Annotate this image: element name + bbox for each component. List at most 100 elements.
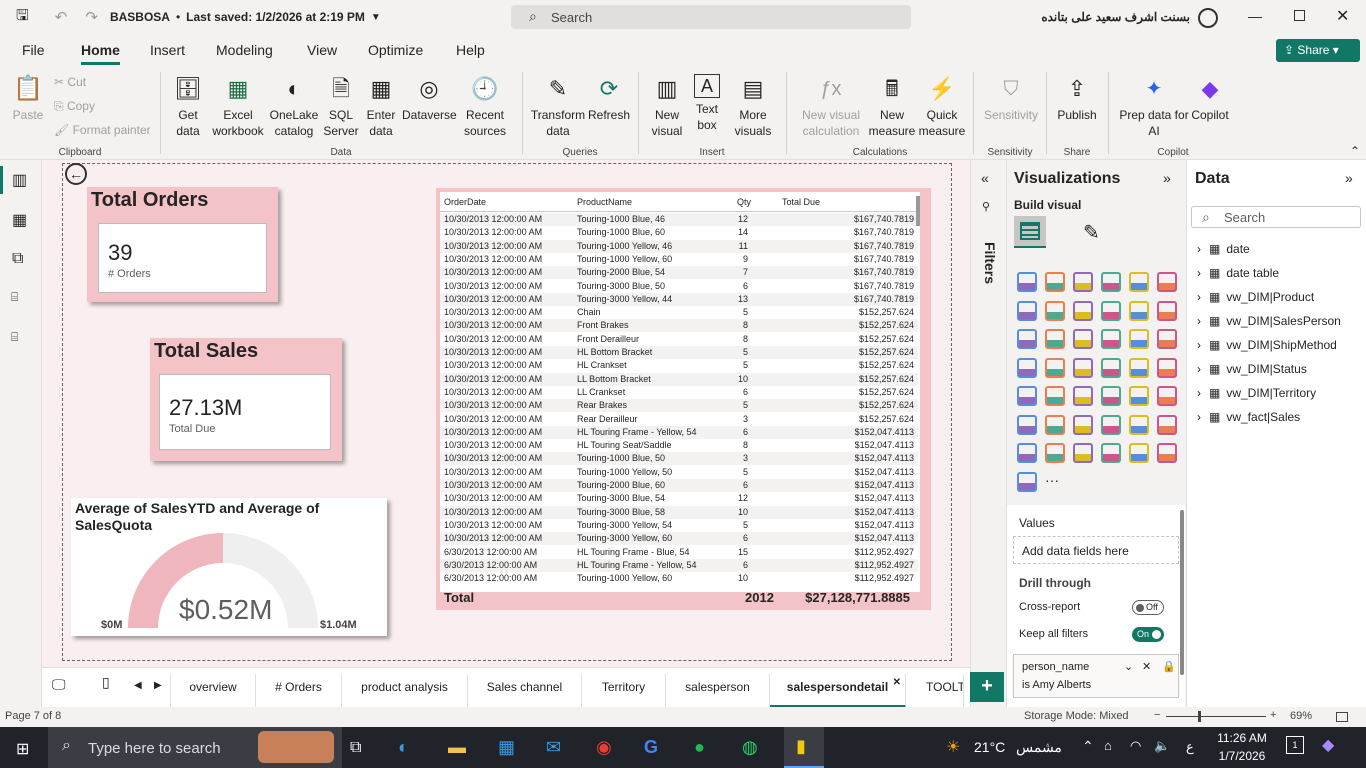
redo-icon[interactable]: ↷ (85, 8, 98, 26)
slicer-icon[interactable] (1045, 386, 1065, 406)
format-painter-button[interactable]: 🖌 Format painter (54, 122, 151, 138)
data-field-item[interactable]: › ▦ date (1197, 242, 1250, 256)
table-view-icon[interactable]: ▦ (12, 210, 27, 230)
expand-right-icon[interactable]: » (1163, 170, 1171, 186)
tab-orders[interactable]: # Orders (256, 674, 342, 708)
orders-table[interactable]: OrderDate ProductName Qty Total Due 10/3… (436, 188, 931, 610)
tmdl-view-icon[interactable]: ⌸ (11, 330, 18, 345)
data-field-item[interactable]: › ▦ date table (1197, 266, 1279, 280)
100-bar-icon[interactable] (1129, 272, 1149, 292)
menu-modeling[interactable]: Modeling (216, 42, 273, 58)
image-icon[interactable] (1101, 443, 1121, 463)
matrix-icon[interactable] (1101, 386, 1121, 406)
menu-insert[interactable]: Insert (150, 42, 185, 58)
menu-home[interactable]: Home (81, 42, 120, 65)
col-qty[interactable]: Qty (737, 196, 751, 209)
menu-file[interactable]: File (22, 42, 45, 58)
back-arrow-icon[interactable]: ← (65, 163, 87, 185)
table-icon[interactable] (1073, 386, 1093, 406)
cut-button[interactable]: ✂ Cut (54, 74, 86, 90)
drill-filter-card[interactable]: person_name is Amy Alberts ⌄ ✕ 🔒 (1013, 654, 1179, 698)
table-row[interactable]: 10/30/2013 12:00:00 AM Touring-3000 Yello… (440, 292, 918, 306)
data-search-input[interactable]: ⌕ Search (1191, 206, 1361, 228)
chevron-right-icon[interactable]: › (1197, 338, 1201, 352)
collapse-ribbon-icon[interactable]: ⌃ (1350, 144, 1360, 158)
menu-help[interactable]: Help (456, 42, 485, 58)
desktop-layout-icon[interactable]: 🖵 (52, 676, 66, 693)
map-icon[interactable] (1045, 357, 1065, 378)
recent-sources-button[interactable]: 🕘 Recent sources (458, 74, 512, 139)
maximize-icon[interactable] (1294, 10, 1305, 21)
report-view-icon[interactable]: ▥ (12, 170, 27, 190)
table-row[interactable]: 10/30/2013 12:00:00 AM HL Crankset 5 $152,2… (440, 359, 918, 372)
dataverse-button[interactable]: ◎ Dataverse (402, 74, 457, 123)
tab-sales-channel[interactable]: Sales channel (468, 674, 582, 708)
table-row[interactable]: 10/30/2013 12:00:00 AM Touring-3000 Yello… (440, 519, 918, 532)
file-explorer-icon[interactable]: ▬ (448, 737, 466, 758)
kpi-icon[interactable] (1017, 386, 1037, 406)
powerbi-taskbar-button[interactable]: ▮ (784, 727, 824, 768)
values-drop-zone[interactable]: Add data fields here (1013, 536, 1179, 564)
mail-icon[interactable]: ✉ (546, 737, 561, 758)
power-automate-icon[interactable] (1045, 443, 1065, 463)
publish-button[interactable]: ⇪ Publish (1054, 74, 1100, 123)
card-icon[interactable] (1157, 357, 1177, 378)
table-row[interactable]: 10/30/2013 12:00:00 AM Rear Brakes 5 $152,2… (440, 399, 918, 413)
ribbon-chart-icon[interactable] (1101, 300, 1121, 321)
volume-icon[interactable]: 🔈 (1154, 738, 1170, 754)
shape-icon[interactable] (1129, 443, 1149, 463)
table-row[interactable]: 6/30/2013 12:00:00 AM Touring-1000 Yellow… (440, 572, 918, 585)
table-row[interactable]: 10/30/2013 12:00:00 AM Touring-1000 Blue,… (440, 452, 918, 466)
key-influencers-icon[interactable] (1045, 414, 1065, 435)
table-scrollbar[interactable] (916, 196, 920, 226)
language-indicator[interactable]: ع (1186, 739, 1194, 755)
table-row[interactable]: 10/30/2013 12:00:00 AM HL Touring Seat/Sa… (440, 439, 918, 452)
chevron-right-icon[interactable]: › (1197, 362, 1201, 376)
undo-icon[interactable]: ↶ (55, 8, 68, 26)
sensitivity-button[interactable]: ⛉ Sensitivity (980, 74, 1042, 123)
chevron-right-icon[interactable]: › (1197, 290, 1201, 304)
zoom-thumb[interactable] (1197, 711, 1201, 722)
copilot-taskbar-icon[interactable]: ◆ (1322, 735, 1334, 755)
minimize-icon[interactable]: — (1248, 8, 1262, 24)
data-field-item[interactable]: › ▦ vw_fact|Sales (1197, 410, 1300, 424)
data-field-item[interactable]: › ▦ vw_DIM|Status (1197, 362, 1307, 376)
clock-date[interactable]: 1/7/2026 (1212, 749, 1272, 763)
python-visual-icon[interactable] (1157, 386, 1177, 406)
clustered-column-icon[interactable] (1101, 272, 1121, 292)
chrome-icon[interactable]: ◉ (596, 737, 612, 758)
table-row[interactable]: 10/30/2013 12:00:00 AM Rear Derailleur 3 $1… (440, 413, 918, 426)
data-field-item[interactable]: › ▦ vw_DIM|SalesPerson (1197, 314, 1341, 328)
area-chart-icon[interactable] (1045, 300, 1065, 321)
tab-product-analysis[interactable]: product analysis (342, 674, 468, 708)
new-visual-button[interactable]: ▥ New visual (648, 74, 686, 139)
narrative-icon[interactable] (1101, 414, 1121, 435)
stacked-bar-icon[interactable] (1017, 272, 1037, 292)
tab-tooltip[interactable]: TOOLTI (906, 674, 964, 708)
qa-icon[interactable] (1073, 414, 1093, 435)
share-button[interactable]: ⇪ Share ▾ (1276, 39, 1360, 62)
line-chart-icon[interactable] (1017, 300, 1037, 321)
copy-button[interactable]: ⎘ Copy (54, 98, 95, 114)
gauge-icon[interactable] (1129, 357, 1149, 378)
table-row[interactable]: 10/30/2013 12:00:00 AM Front Derailleur 8 $… (440, 333, 918, 346)
enter-data-button[interactable]: ▦ Enter data (364, 74, 398, 139)
zoom-slider[interactable] (1166, 711, 1266, 722)
zoom-out-icon[interactable]: − (1154, 709, 1160, 721)
flow-icon[interactable] (1073, 443, 1093, 463)
google-icon[interactable]: G (644, 737, 658, 758)
get-data-button[interactable]: 🗄 Get data (170, 74, 206, 139)
table-row[interactable]: 10/30/2013 12:00:00 AM LL Crankset 6 $152,2… (440, 386, 918, 399)
task-view-icon[interactable]: ⧉ (350, 739, 361, 757)
chevron-right-icon[interactable]: › (1197, 242, 1201, 256)
tab-overview[interactable]: overview (170, 674, 256, 708)
paginated-icon[interactable] (1157, 414, 1177, 435)
build-visual-tab[interactable] (1014, 216, 1046, 248)
refresh-button[interactable]: ⟳ Refresh (588, 74, 630, 123)
table-row[interactable]: 10/30/2013 12:00:00 AM Touring-3000 Blue,… (440, 280, 918, 293)
cross-report-toggle[interactable]: Off (1132, 600, 1164, 615)
format-visual-icon[interactable]: ✎ (1083, 220, 1100, 245)
collapse-data-icon[interactable]: » (1345, 170, 1353, 186)
r-visual-icon[interactable] (1129, 386, 1149, 406)
keep-filters-toggle[interactable]: On (1132, 627, 1164, 642)
